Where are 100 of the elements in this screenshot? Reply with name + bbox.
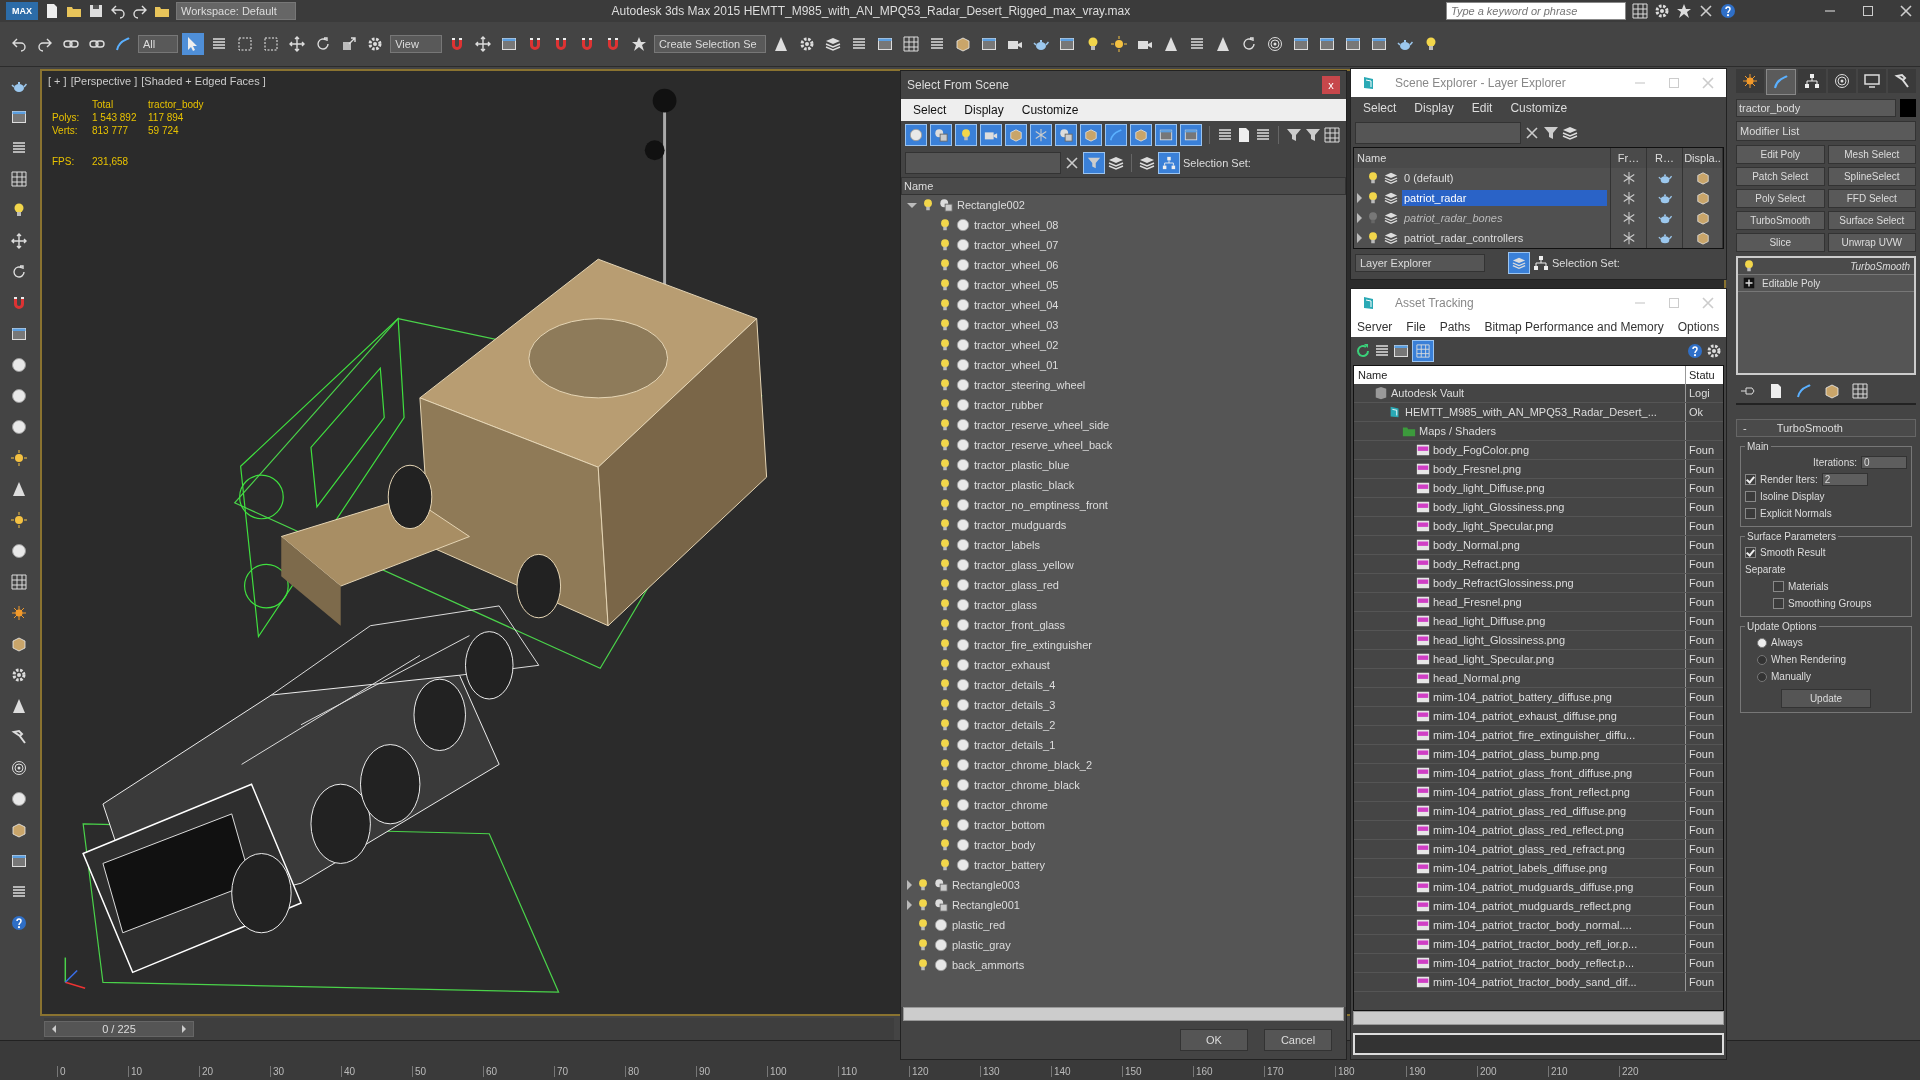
- object-name[interactable]: tractor_wheel_08: [974, 219, 1059, 231]
- object-name[interactable]: tractor_wheel_05: [974, 279, 1059, 291]
- collapse-toggle[interactable]: -: [1743, 422, 1747, 434]
- grid-icon[interactable]: [1852, 383, 1868, 399]
- light-bulb-icon[interactable]: [916, 918, 930, 932]
- funnel-icon[interactable]: [1543, 125, 1559, 141]
- modifier-button[interactable]: FFD Select: [1827, 189, 1916, 208]
- asset-name[interactable]: head_light_Glossiness.png: [1433, 634, 1566, 646]
- close-button[interactable]: x: [1322, 76, 1340, 94]
- funnel-icon[interactable]: [1286, 127, 1302, 143]
- expand-arrow-icon[interactable]: [1357, 213, 1362, 223]
- asset-name[interactable]: body_light_Glossiness.png: [1433, 501, 1565, 513]
- checkbox[interactable]: [1745, 491, 1756, 502]
- grid-icon[interactable]: [8, 571, 30, 593]
- radio-button[interactable]: [1757, 637, 1767, 648]
- light-bulb-icon[interactable]: [938, 338, 952, 352]
- asset-name[interactable]: mim-104_patriot_glass_red_diffuse.png: [1433, 805, 1627, 817]
- menu-item[interactable]: Customize: [1021, 103, 1079, 117]
- asset-name[interactable]: mim-104_patriot_tractor_body_normal....: [1433, 919, 1632, 931]
- curve-icon[interactable]: [1796, 383, 1812, 399]
- plus-box-icon[interactable]: [1742, 276, 1756, 290]
- menu-item[interactable]: Display: [1414, 101, 1454, 115]
- light-bulb-icon[interactable]: [1366, 191, 1380, 205]
- object-name[interactable]: tractor_battery: [974, 859, 1045, 871]
- asset-name[interactable]: mim-104_patriot_glass_red_reflect.png: [1433, 824, 1624, 836]
- column-header[interactable]: Name: [901, 177, 1346, 195]
- light-bulb-icon[interactable]: [938, 658, 952, 672]
- list-icon[interactable]: [1255, 127, 1271, 143]
- layer-name[interactable]: patriot_radar: [1402, 190, 1607, 206]
- stack-item[interactable]: Editable Poly: [1762, 277, 1821, 289]
- checkbox[interactable]: [1745, 474, 1756, 485]
- menu-item[interactable]: Display: [964, 103, 1004, 117]
- column-header[interactable]: R…: [1647, 148, 1683, 168]
- light-bulb-icon[interactable]: [938, 638, 952, 652]
- viewport-label[interactable]: [Shaded + Edged Faces ]: [141, 75, 266, 87]
- rollout-header[interactable]: - TurboSmooth: [1736, 419, 1916, 437]
- update-button[interactable]: Update: [1781, 689, 1871, 708]
- layer-name[interactable]: 0 (default): [1402, 170, 1607, 186]
- light-bulb-icon[interactable]: [938, 278, 952, 292]
- panel-tab[interactable]: [1888, 69, 1916, 93]
- modifier-button[interactable]: Surface Select: [1827, 211, 1916, 230]
- object-name[interactable]: tractor_details_2: [974, 719, 1056, 731]
- object-name[interactable]: plastic_red: [952, 919, 1006, 931]
- light-bulb-icon[interactable]: [938, 478, 952, 492]
- object-name[interactable]: tractor_details_4: [974, 679, 1056, 691]
- object-name[interactable]: tractor_plastic_black: [974, 479, 1075, 491]
- close-icon[interactable]: [1524, 125, 1540, 141]
- modifier-button[interactable]: Poly Select: [1736, 189, 1825, 208]
- snowflake-icon[interactable]: [1621, 211, 1636, 225]
- column-header[interactable]: Name: [1354, 148, 1611, 168]
- light-bulb-icon[interactable]: [938, 538, 952, 552]
- modifier-list-dropdown[interactable]: Modifier List: [1736, 121, 1916, 141]
- object-name[interactable]: tractor_wheel_01: [974, 359, 1059, 371]
- asset-name[interactable]: mim-104_patriot_glass_red_refract.png: [1433, 843, 1625, 855]
- file-icon[interactable]: [1768, 383, 1784, 399]
- asset-name[interactable]: mim-104_patriot_mudguards_reflect.png: [1433, 900, 1632, 912]
- object-name[interactable]: tractor_wheel_02: [974, 339, 1059, 351]
- explorer-mode-dropdown[interactable]: Layer Explorer: [1355, 254, 1485, 272]
- list-icon[interactable]: [1374, 343, 1390, 359]
- modifier-button[interactable]: TurboSmooth: [1736, 211, 1825, 230]
- help-icon[interactable]: [1720, 3, 1736, 19]
- asset-name[interactable]: mim-104_patriot_tractor_body_sand_dif...: [1433, 976, 1637, 988]
- menu-item[interactable]: Bitmap Performance and Memory: [1484, 320, 1664, 334]
- menu-item[interactable]: Paths: [1439, 320, 1471, 334]
- light-bulb-icon[interactable]: [938, 438, 952, 452]
- light-bulb-icon[interactable]: [1742, 259, 1756, 273]
- object-name[interactable]: tractor_exhaust: [974, 659, 1050, 671]
- light-bulb-icon[interactable]: [938, 798, 952, 812]
- object-name[interactable]: tractor_wheel_04: [974, 299, 1059, 311]
- search-field[interactable]: [905, 152, 1061, 174]
- sun-icon[interactable]: [8, 509, 30, 531]
- light-bulb-icon[interactable]: [938, 378, 952, 392]
- maximize-icon[interactable]: [1860, 3, 1876, 19]
- app-logo[interactable]: MAX: [6, 2, 38, 20]
- light-bulb-icon[interactable]: [938, 458, 952, 472]
- asset-name[interactable]: mim-104_patriot_fire_extinguisher_diffu...: [1433, 729, 1636, 741]
- light-bulb-icon[interactable]: [916, 938, 930, 952]
- workspace-dropdown[interactable]: Workspace: Default: [176, 2, 296, 20]
- asset-name[interactable]: mim-104_patriot_glass_front_reflect.png: [1433, 786, 1630, 798]
- hierarchy-icon[interactable]: [1533, 255, 1549, 271]
- object-name[interactable]: tractor_plastic_blue: [974, 459, 1070, 471]
- spinner-field[interactable]: 0: [1861, 456, 1907, 469]
- asset-name[interactable]: body_Normal.png: [1433, 539, 1520, 551]
- checkbox[interactable]: [1773, 598, 1784, 609]
- modifier-button[interactable]: Edit Poly: [1736, 145, 1825, 164]
- menu-item[interactable]: Customize: [1510, 101, 1568, 115]
- object-name[interactable]: tractor_wheel_03: [974, 319, 1059, 331]
- time-slider-track[interactable]: 0 / 225: [44, 1018, 894, 1040]
- checkbox[interactable]: [1745, 547, 1756, 558]
- column-header[interactable]: Fr…: [1611, 148, 1647, 168]
- asset-name[interactable]: body_Fresnel.png: [1433, 463, 1522, 475]
- object-name[interactable]: tractor_no_emptiness_front: [974, 499, 1108, 511]
- asset-name[interactable]: Maps / Shaders: [1419, 425, 1497, 437]
- horizontal-scrollbar[interactable]: [903, 1007, 1344, 1021]
- grid-icon[interactable]: [1324, 127, 1340, 143]
- layers-icon[interactable]: [1139, 155, 1155, 171]
- column-header[interactable]: Displa..: [1683, 148, 1723, 168]
- object-name[interactable]: tractor_bottom: [974, 819, 1045, 831]
- help-icon[interactable]: [1687, 343, 1703, 359]
- selection-filter-dropdown[interactable]: All: [138, 35, 179, 53]
